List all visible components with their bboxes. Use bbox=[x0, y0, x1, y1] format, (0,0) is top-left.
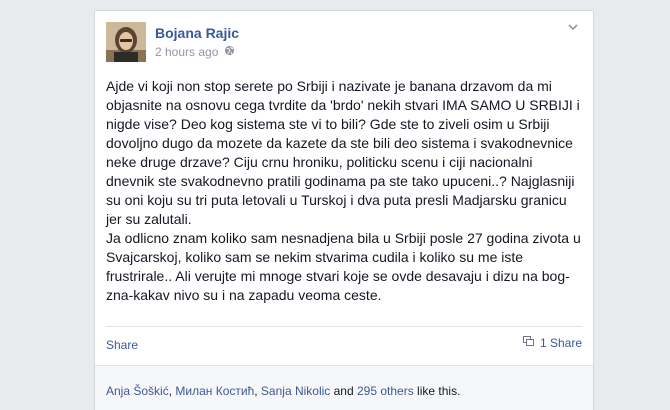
liker-link[interactable]: Anja Šoškić bbox=[106, 384, 169, 398]
globe-icon[interactable] bbox=[224, 45, 235, 59]
likes-summary: Anja Šoškić, Милан Костић, Sanja Nikolic… bbox=[106, 384, 460, 398]
share-icon bbox=[522, 336, 535, 350]
avatar-photo bbox=[106, 22, 146, 62]
post-paragraph: Ajde vi koji non stop serete po Srbiji i… bbox=[106, 78, 580, 227]
timestamp[interactable]: 2 hours ago bbox=[155, 45, 218, 59]
likes-bar: Anja Šoškić, Милан Костић, Sanja Nikolic… bbox=[95, 365, 593, 410]
share-button[interactable]: Share bbox=[106, 338, 138, 352]
author-name[interactable]: Bojana Rajic bbox=[155, 25, 239, 41]
likes-suffix: like this. bbox=[413, 384, 461, 398]
avatar[interactable] bbox=[106, 22, 146, 62]
post-meta: 2 hours ago bbox=[155, 45, 235, 59]
post-card: Bojana Rajic 2 hours ago Ajde vi koji no… bbox=[94, 10, 594, 410]
chevron-down-icon[interactable] bbox=[565, 19, 581, 35]
others-link[interactable]: 295 others bbox=[357, 384, 414, 398]
liker-link[interactable]: Милан Костић bbox=[175, 384, 254, 398]
liker-link[interactable]: Sanja Nikolic bbox=[261, 384, 330, 398]
likes-conjunction: and bbox=[330, 384, 357, 398]
likes-separator: , bbox=[254, 384, 261, 398]
divider bbox=[106, 326, 582, 327]
share-count-link[interactable]: 1 Share bbox=[522, 336, 582, 350]
post-paragraph: Ja odlicno znam koliko sam nesnadjena bi… bbox=[106, 230, 581, 303]
post-body: Ajde vi koji non stop serete po Srbiji i… bbox=[106, 77, 584, 305]
share-count-label: 1 Share bbox=[539, 336, 582, 350]
